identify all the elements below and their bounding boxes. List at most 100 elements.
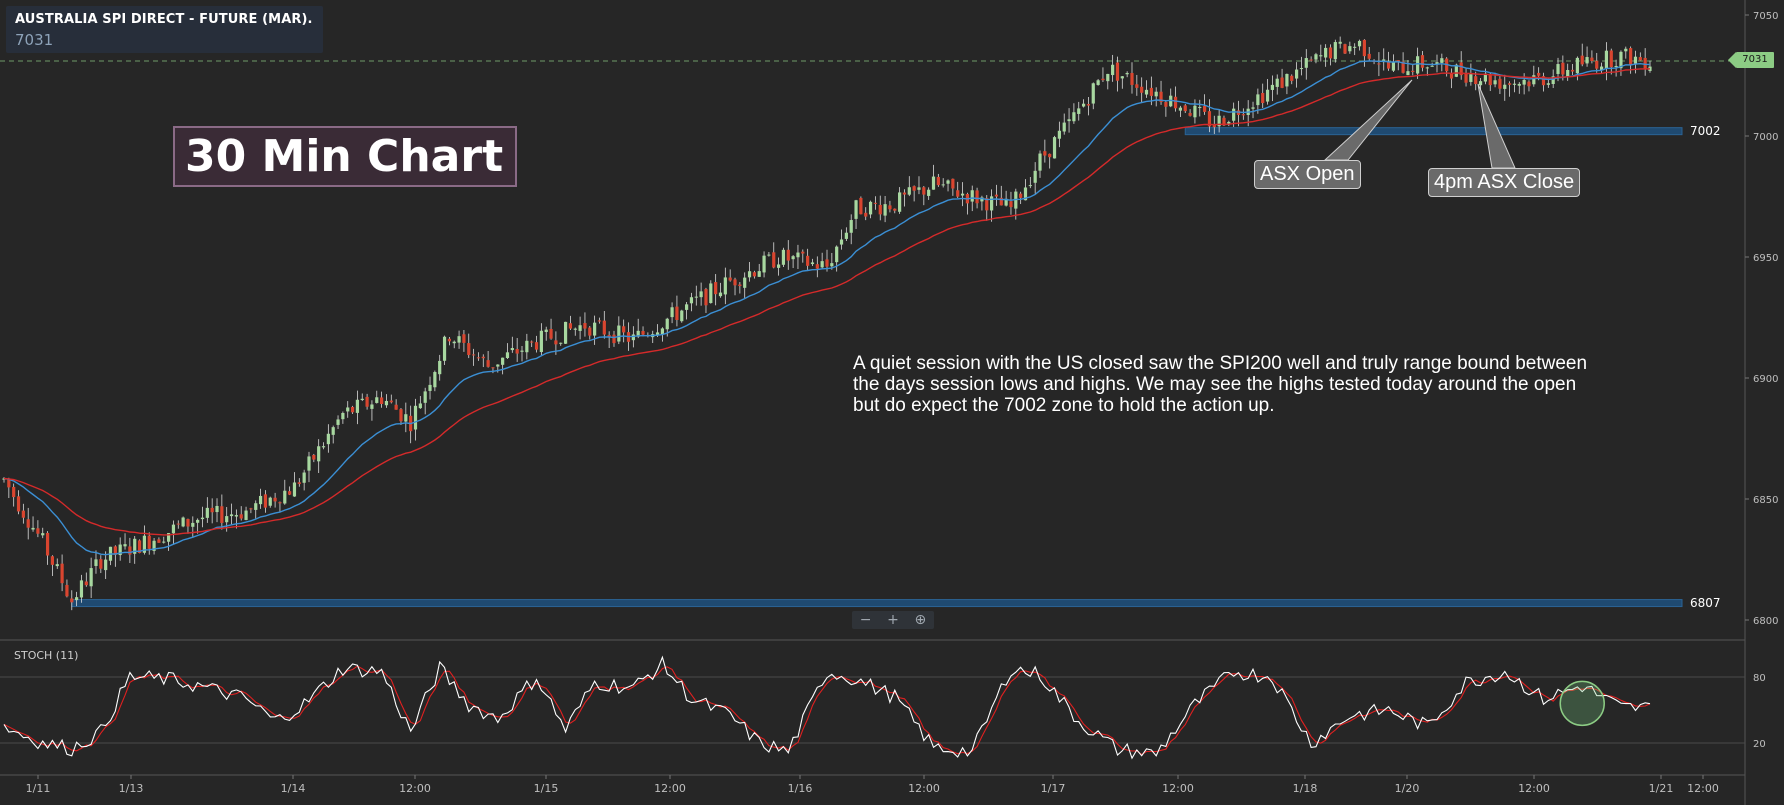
candle-body	[79, 580, 84, 598]
candle-body	[1164, 102, 1168, 107]
candle-body	[341, 413, 345, 420]
candle-body	[321, 446, 326, 448]
candle-body	[554, 340, 558, 345]
candle-body	[747, 271, 752, 278]
candle-body	[423, 391, 427, 403]
candle-body	[612, 334, 616, 344]
candle-body	[438, 360, 442, 375]
candle-body	[16, 496, 21, 512]
candle-body	[1440, 58, 1444, 63]
support-zone	[1184, 127, 1683, 136]
candle-body	[1009, 201, 1013, 208]
candle-body	[462, 334, 466, 343]
candle-body	[210, 507, 214, 513]
candle-body	[447, 338, 451, 342]
candle-body	[1449, 73, 1454, 79]
candle-body	[355, 399, 360, 413]
stoch-indicator-label: STOCH (11)	[14, 649, 79, 662]
candle-body	[631, 334, 635, 341]
candle-body	[791, 256, 795, 260]
zoom-in-button[interactable]: +	[887, 613, 899, 627]
candle-body	[1241, 114, 1245, 116]
candle-body	[1575, 57, 1579, 74]
candle-body	[1256, 94, 1260, 106]
candle-body	[41, 533, 45, 536]
candle-body	[215, 505, 219, 513]
support-zone	[71, 599, 1683, 608]
candle-body	[1081, 103, 1086, 107]
candle-body	[457, 336, 461, 343]
candle-body	[171, 524, 176, 534]
price-tick-label: 7000	[1753, 132, 1778, 143]
candle-body	[568, 323, 573, 329]
candle-body	[781, 249, 786, 265]
candle-body	[99, 559, 103, 569]
candle-body	[927, 189, 931, 196]
candle-body	[694, 296, 698, 298]
candle-body	[1425, 67, 1429, 69]
candle-body	[370, 404, 374, 409]
time-tick-label: 1/11	[26, 782, 51, 795]
candle-body	[486, 360, 490, 367]
candle-body	[36, 528, 40, 534]
candle-body	[830, 263, 834, 267]
candle-body	[1546, 83, 1550, 85]
candle-body	[60, 563, 64, 584]
zoom-out-button[interactable]: −	[860, 613, 872, 627]
candle-body	[50, 556, 55, 565]
candle-body	[588, 327, 592, 336]
candle-body	[689, 297, 694, 304]
candle-body	[31, 527, 35, 530]
candle-body	[467, 343, 471, 355]
candle-body	[1319, 55, 1323, 57]
candle-body	[641, 330, 645, 335]
candle-body	[525, 340, 529, 353]
time-tick-label: 1/18	[1293, 782, 1318, 795]
candle-body	[622, 326, 626, 333]
candle-body	[229, 514, 234, 517]
candle-body	[583, 323, 587, 329]
candle-body	[404, 414, 408, 422]
candle-body	[772, 252, 776, 268]
candle-body	[1406, 71, 1410, 76]
candle-body	[239, 514, 243, 519]
candle-body	[1561, 62, 1565, 75]
candle-body	[801, 251, 805, 254]
candle-body	[70, 598, 74, 603]
candle-body	[597, 320, 602, 322]
candle-body	[326, 433, 330, 445]
time-tick-label: 1/13	[119, 782, 144, 795]
candle-body	[312, 454, 316, 460]
candle-body	[1396, 60, 1400, 62]
zoom-reset-icon[interactable]: ⊕	[914, 613, 926, 627]
candle-body	[1130, 72, 1134, 85]
candle-body	[1464, 73, 1468, 83]
candle-body	[1294, 69, 1299, 79]
candle-body	[873, 202, 878, 204]
time-tick-label: 12:00	[654, 782, 686, 795]
candle-body	[888, 205, 892, 210]
candle-body	[665, 318, 669, 330]
candle-body	[1203, 105, 1207, 112]
time-tick-label: 1/16	[788, 782, 813, 795]
candle-body	[530, 341, 534, 343]
candle-body	[104, 559, 108, 571]
candle-body	[496, 364, 500, 367]
time-tick-label: 12:00	[1162, 782, 1194, 795]
candle-body	[796, 252, 800, 258]
candle-body	[878, 204, 882, 215]
candle-body	[680, 310, 684, 322]
candle-body	[1638, 57, 1642, 61]
candle-body	[602, 320, 606, 335]
candle-body	[544, 329, 548, 332]
candle-body	[1609, 50, 1613, 68]
zone-level-label: 6807	[1690, 596, 1721, 610]
candle-body	[147, 535, 151, 549]
candle-body	[573, 328, 577, 330]
candle-body	[975, 190, 979, 204]
candle-body	[728, 277, 732, 281]
candle-body	[1183, 105, 1187, 112]
candle-body	[12, 486, 16, 498]
commentary-line: but do expect the 7002 zone to hold the …	[853, 395, 1275, 416]
candle-body	[1580, 55, 1584, 65]
